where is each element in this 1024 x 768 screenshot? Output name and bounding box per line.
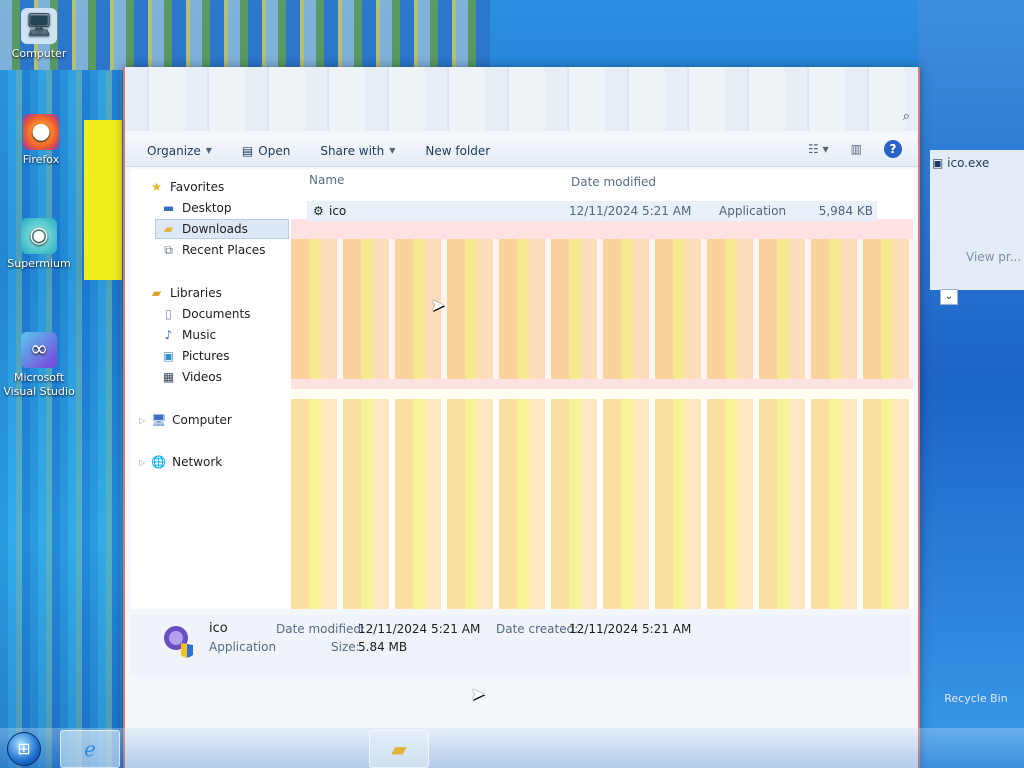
render-glitch <box>291 399 913 609</box>
mouse-cursor-icon: ➤ <box>470 684 486 705</box>
side-window-title[interactable]: ▣ ico.exe <box>932 156 989 170</box>
command-bar: Organize ▼ ▤ Open Share with ▼ New folde… <box>125 135 918 167</box>
desktop-icon-supermium[interactable]: ◉ Supermium <box>0 218 78 271</box>
details-pane: ico Application Date modified: 12/11/202… <box>131 615 911 675</box>
desktop-icon-label: Supermium <box>7 257 71 270</box>
desktop-glitch-band-left <box>0 70 122 768</box>
file-row[interactable]: ⚙ ico 12/11/2024 5:21 AM Application 5,9… <box>307 201 877 221</box>
details-date-created: 12/11/2024 5:21 AM <box>569 622 692 636</box>
caret-down-icon: ▼ <box>389 146 396 155</box>
nav-recent-places[interactable]: ⧉ Recent Places <box>161 240 265 260</box>
start-button[interactable]: ⊞ <box>7 732 41 766</box>
side-window <box>930 150 1024 290</box>
expand-arrow-icon[interactable]: ▷ <box>139 416 145 425</box>
network-icon: 🌐 <box>151 454 167 469</box>
application-icon: ⚙ <box>313 204 324 218</box>
recycle-bin-label[interactable]: Recycle Bin <box>940 692 1012 705</box>
side-window-text: View pr... <box>966 250 1022 264</box>
nav-desktop[interactable]: ▬ Desktop <box>161 198 232 218</box>
desktop-icon-label: Computer <box>11 47 67 60</box>
details-date-modified: 12/11/2024 5:21 AM <box>358 622 481 636</box>
supermium-icon: ◉ <box>21 218 57 254</box>
desktop-icon-firefox[interactable]: ● Firefox <box>2 114 80 167</box>
address-bar[interactable]: ⌕ <box>125 67 918 131</box>
file-size: 5,984 KB <box>818 204 873 218</box>
column-header-name[interactable]: Name <box>309 173 344 187</box>
desktop-icon-label: Firefox <box>22 153 60 166</box>
nav-videos[interactable]: ▦ Videos <box>161 367 222 387</box>
music-icon: ♪ <box>164 327 173 342</box>
folder-icon: ▰ <box>391 737 407 761</box>
firefox-icon: ● <box>23 114 59 150</box>
pictures-icon: ▣ <box>162 348 175 363</box>
new-folder-button[interactable]: New folder <box>425 144 490 158</box>
videos-icon: ▦ <box>162 369 175 384</box>
search-icon[interactable]: ⌕ <box>903 109 910 124</box>
details-date-modified-label: Date modified: <box>276 622 366 636</box>
downloads-folder-icon: ▰ <box>163 221 174 236</box>
desktop-icon-visual-studio[interactable]: ∞ Microsoft Visual Studio <box>0 332 78 399</box>
computer-icon: 🖥 <box>21 8 57 44</box>
windows-logo-icon: ⊞ <box>17 739 31 758</box>
star-icon: ★ <box>151 179 162 194</box>
desktop-glitch-yellow <box>84 120 122 280</box>
nav-music[interactable]: ♪ Music <box>161 325 217 345</box>
computer-icon: 🖥 <box>151 412 167 427</box>
desktop-icon-label: Microsoft Visual Studio <box>3 371 75 398</box>
nav-libraries[interactable]: ▰ Libraries <box>149 283 222 303</box>
view-options-icon[interactable]: ☷ ▾ <box>808 142 829 156</box>
nav-documents[interactable]: ▯ Documents <box>161 304 250 324</box>
recent-places-icon: ⧉ <box>164 242 173 257</box>
file-date-modified: 12/11/2024 5:21 AM <box>569 204 692 218</box>
nav-downloads[interactable]: ▰ Downloads <box>155 219 289 239</box>
application-icon <box>164 626 193 658</box>
visual-studio-icon: ∞ <box>21 332 57 368</box>
caret-down-icon: ▼ <box>205 146 212 155</box>
file-name: ico <box>329 204 347 218</box>
desktop-right-area <box>918 0 1024 768</box>
details-size: 5.84 MB <box>358 640 408 654</box>
documents-icon: ▯ <box>165 306 172 321</box>
organize-button[interactable]: Organize ▼ <box>147 144 212 158</box>
nav-pictures[interactable]: ▣ Pictures <box>161 346 230 366</box>
details-size-label: Size: <box>331 640 360 654</box>
details-date-created-label: Date created: <box>496 622 579 636</box>
taskbar-explorer[interactable]: ▰ <box>369 730 429 768</box>
taskbar-internet-explorer[interactable]: ℯ <box>60 730 120 768</box>
chevron-down-icon[interactable]: ⌄ <box>940 289 958 305</box>
render-glitch <box>291 239 913 379</box>
details-file-name: ico <box>209 621 228 636</box>
mouse-cursor-icon: ➤ <box>430 295 446 316</box>
details-file-type: Application <box>209 640 277 654</box>
column-header-date-modified[interactable]: Date modified <box>571 175 656 189</box>
desktop-folder-icon: ▬ <box>162 200 175 215</box>
file-type: Application <box>719 204 787 218</box>
preview-pane-icon[interactable]: ▥ <box>851 142 862 156</box>
nav-computer[interactable]: ▷ 🖥 Computer <box>139 410 232 430</box>
nav-favorites[interactable]: ★ Favorites <box>149 177 224 197</box>
open-button[interactable]: ▤ Open <box>242 144 290 158</box>
nav-network[interactable]: ▷ 🌐 Network <box>139 452 222 472</box>
expand-arrow-icon[interactable]: ▷ <box>139 458 145 467</box>
taskbar: ⊞ ℯ ▰ <box>0 728 1024 768</box>
open-icon: ▤ <box>241 143 254 158</box>
application-icon: ▣ <box>932 156 944 170</box>
explorer-window[interactable]: ⌕ Organize ▼ ▤ Open Share with ▼ New fol… <box>123 67 920 768</box>
desktop-icon-computer[interactable]: 🖥 Computer <box>0 8 78 61</box>
libraries-icon: ▰ <box>151 285 162 300</box>
share-with-button[interactable]: Share with ▼ <box>320 144 395 158</box>
navigation-pane: ★ Favorites ▬ Desktop ▰ Downloads ⧉ Rece… <box>131 169 291 609</box>
file-list[interactable]: Name Date modified ⚙ ico 12/11/2024 5:21… <box>291 169 913 609</box>
internet-explorer-icon: ℯ <box>84 737 96 761</box>
help-icon[interactable]: ? <box>884 140 902 158</box>
